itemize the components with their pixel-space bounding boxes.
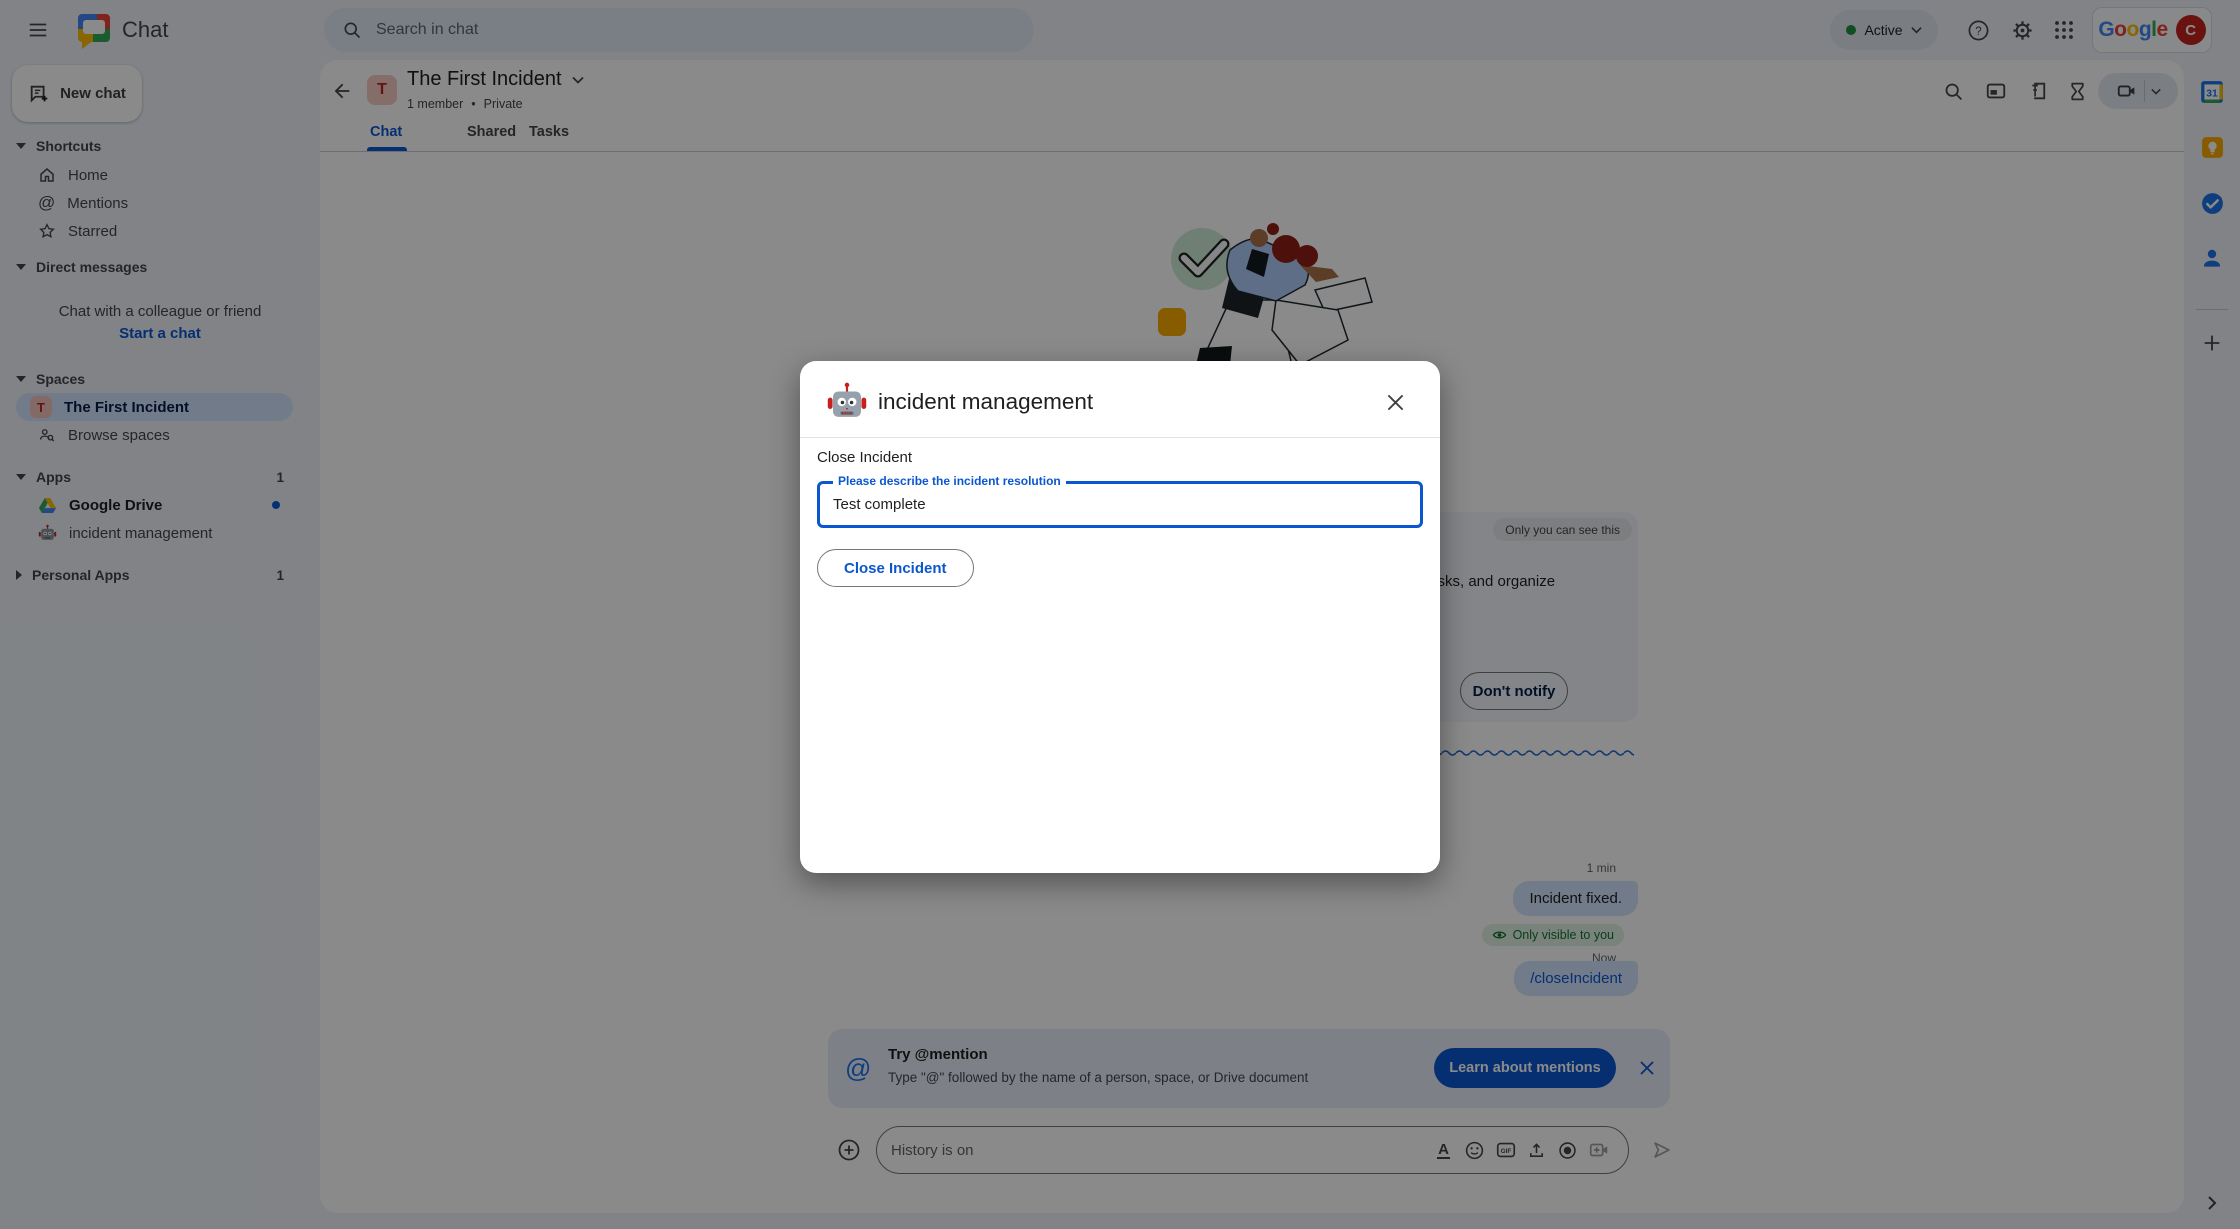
close-incident-button[interactable]: Close Incident <box>817 549 974 587</box>
close-icon <box>1386 393 1405 412</box>
dialog-title: incident management <box>878 389 1093 415</box>
incident-management-dialog: incident management Close Incident Pleas… <box>800 361 1440 873</box>
resolution-field-label: Please describe the incident resolution <box>833 474 1066 488</box>
resolution-field: Please describe the incident resolution <box>817 481 1423 528</box>
dialog-divider <box>800 437 1440 438</box>
google-chat-app: Chat Active ? Google C <box>0 0 2240 1229</box>
dialog-section-title: Close Incident <box>817 449 912 466</box>
dialog-close-button[interactable] <box>1384 391 1406 413</box>
robot-icon <box>826 381 868 423</box>
resolution-input[interactable] <box>820 484 1420 525</box>
